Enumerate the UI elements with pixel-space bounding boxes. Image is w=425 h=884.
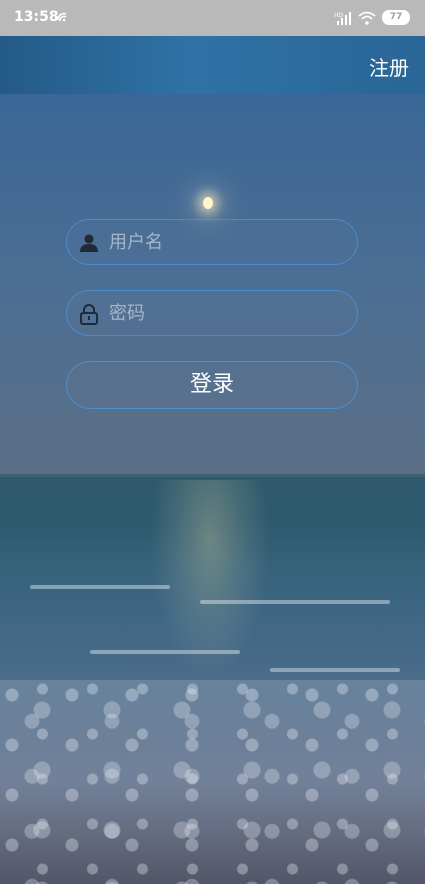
wifi-icon	[358, 11, 376, 25]
battery-icon: 77	[382, 10, 410, 25]
wave-crest	[200, 600, 390, 604]
status-time: 13:58	[14, 9, 59, 25]
username-field[interactable]	[66, 219, 358, 265]
password-field[interactable]	[66, 290, 358, 336]
status-bar: 13:58 HD 77	[0, 0, 425, 36]
wave-crest	[30, 585, 170, 589]
notification-icon	[57, 12, 67, 22]
signal-icon: HD	[334, 11, 351, 25]
svg-text:HD: HD	[334, 12, 344, 19]
register-button[interactable]: 注册	[369, 52, 409, 81]
sea-foam	[0, 680, 425, 884]
wave-crest	[90, 650, 240, 654]
horizon-line	[0, 474, 425, 477]
status-icons: HD 77	[334, 10, 410, 25]
person-icon	[80, 234, 98, 252]
moon-image	[203, 197, 213, 209]
title-bar: 注册	[0, 36, 425, 94]
lock-icon	[80, 304, 98, 325]
password-input[interactable]	[109, 291, 345, 335]
username-input[interactable]	[109, 220, 345, 264]
login-screen: 13:58 HD 77 注册 用户名 登录	[0, 0, 425, 884]
login-button[interactable]: 登录	[66, 361, 358, 409]
wave-crest	[270, 668, 400, 672]
